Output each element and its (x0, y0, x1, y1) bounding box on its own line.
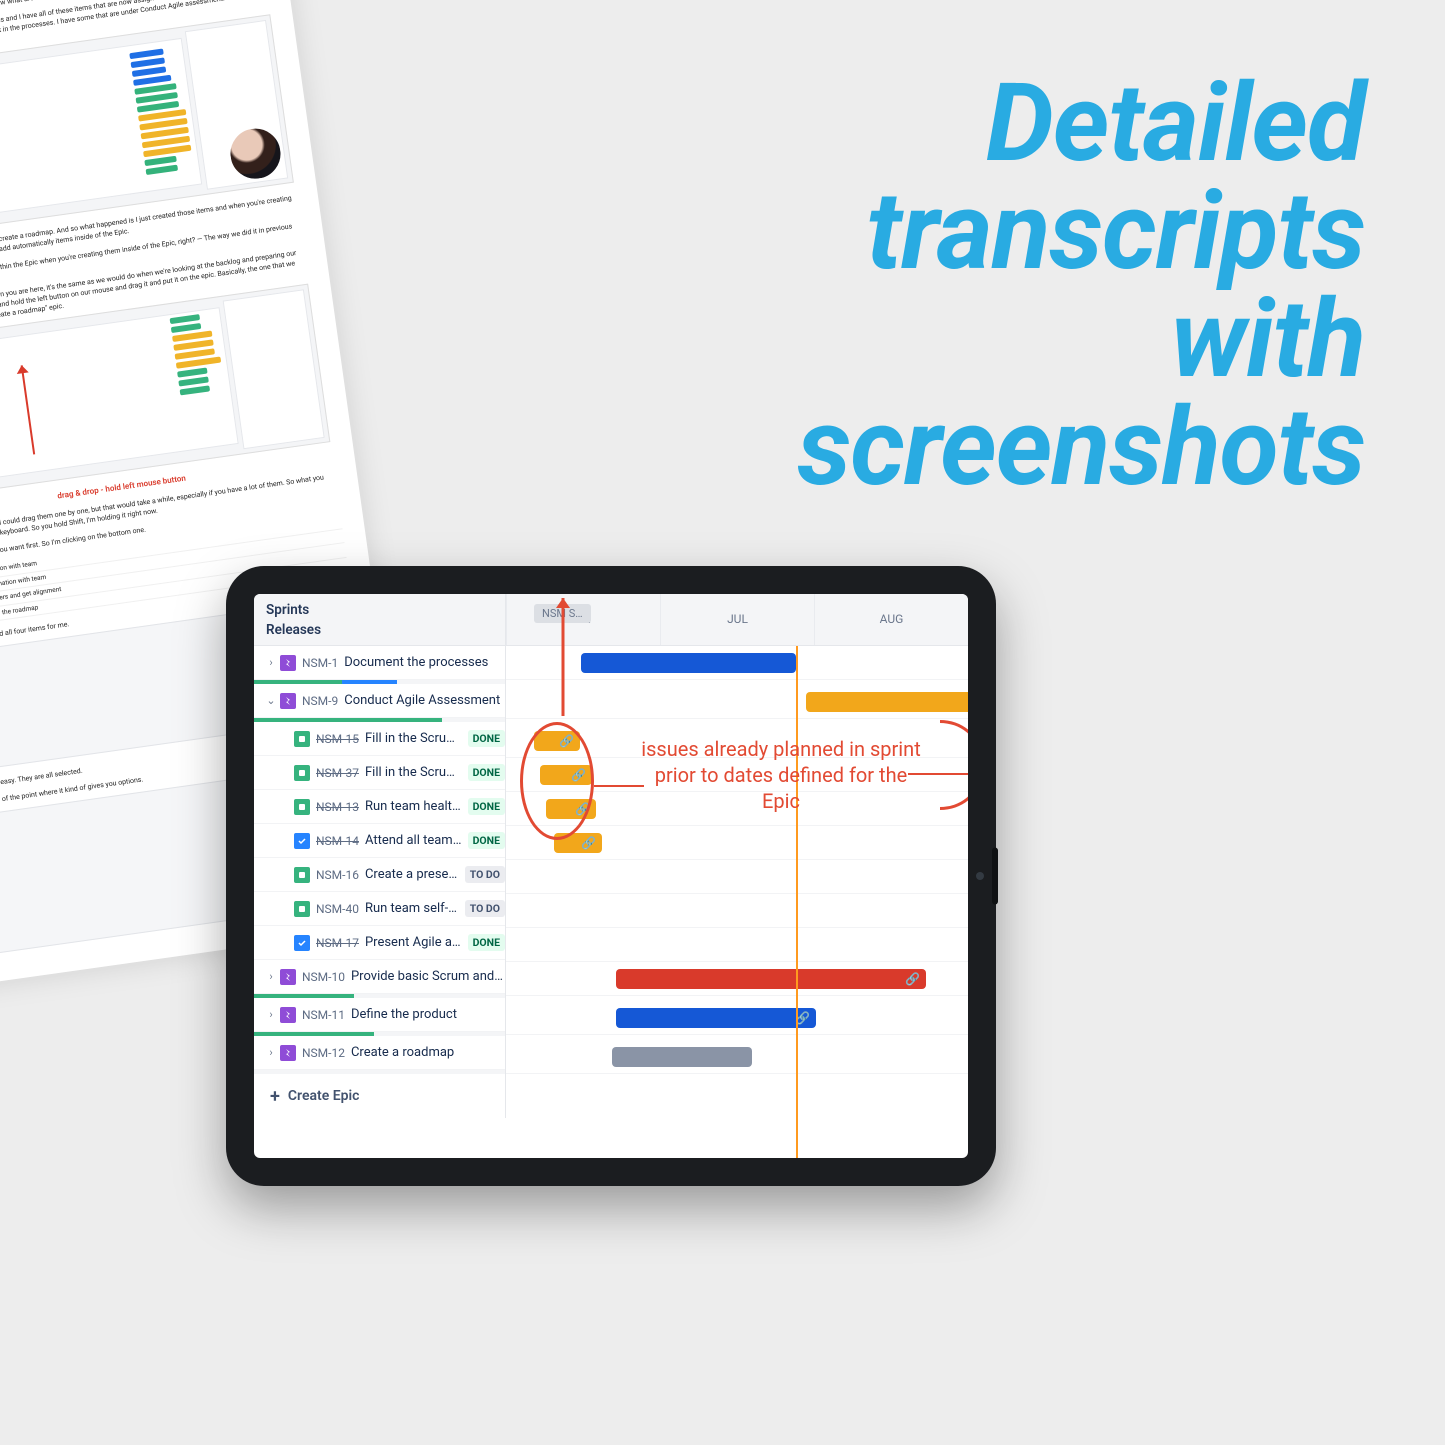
status-badge: DONE (468, 934, 505, 951)
story-icon (294, 799, 310, 815)
gantt-bar[interactable] (806, 692, 968, 712)
status-badge: TO DO (465, 866, 505, 883)
epic-row[interactable]: › NSM-12 Create a roadmap (254, 1036, 505, 1070)
epic-progress (254, 718, 505, 722)
task-row[interactable]: NSM-14 Attend all team Spri… DONE (254, 824, 505, 858)
story-icon (294, 731, 310, 747)
epic-row[interactable]: ⌄ NSM-9 Conduct Agile Assessment (254, 684, 505, 718)
releases-section-label[interactable]: Releases (266, 622, 493, 638)
gantt-bar[interactable] (612, 1047, 752, 1067)
issue-key: NSM-14 (316, 834, 359, 848)
story-icon (294, 901, 310, 917)
issue-title: Run team health sel… (365, 799, 464, 814)
issue-key: NSM-9 (302, 694, 338, 708)
issue-title: Fill in the Scrum che… (365, 765, 464, 780)
issue-title: Create a roadmap (351, 1045, 505, 1060)
gantt-bar[interactable]: 🔗 (616, 969, 926, 989)
jira-roadmap-screen: Sprints Releases NSM S… JN JUL AUG › NSM… (254, 594, 968, 1158)
chevron-right-icon[interactable]: › (264, 656, 278, 669)
issue-title: Present Agile assess… (365, 935, 464, 950)
issue-key: NSM-16 (316, 868, 359, 882)
story-row[interactable]: NSM-15 Fill in the Scrum Ch… DONE (254, 722, 505, 756)
issue-key: NSM-37 (316, 766, 359, 780)
epic-row[interactable]: › NSM-1 Document the processes (254, 646, 505, 680)
story-row[interactable]: NSM-40 Run team self-asses… TO DO (254, 892, 505, 926)
issue-key: NSM-40 (316, 902, 359, 916)
gantt-bar[interactable]: 🔗 (616, 1008, 816, 1028)
epic-icon (280, 1007, 296, 1023)
issue-key: NSM-17 (316, 936, 359, 950)
issue-key: NSM-12 (302, 1046, 345, 1060)
epic-progress (254, 994, 505, 998)
issue-title: Attend all team Spri… (365, 833, 464, 848)
plus-icon: + (270, 1086, 280, 1107)
task-icon (294, 935, 310, 951)
story-icon (294, 765, 310, 781)
story-row[interactable]: NSM-13 Run team health sel… DONE (254, 790, 505, 824)
issue-title: Document the processes (344, 655, 505, 670)
annotation-arrow-icon (553, 598, 573, 732)
issue-title: Conduct Agile Assessment (344, 693, 505, 708)
issue-key: NSM-15 (316, 732, 359, 746)
story-row[interactable]: NSM-16 Create a presentati… TO DO (254, 858, 505, 892)
create-epic-label: Create Epic (288, 1088, 360, 1104)
issue-title: Run team self-asses… (365, 901, 461, 916)
annotation-circle-icon (520, 722, 594, 840)
chevron-right-icon[interactable]: › (264, 1046, 278, 1059)
status-badge: DONE (468, 798, 505, 815)
epic-icon (280, 693, 296, 709)
task-row[interactable]: NSM-17 Present Agile assess… DONE (254, 926, 505, 960)
create-epic-button[interactable]: + Create Epic (254, 1074, 505, 1118)
story-row[interactable]: NSM-37 Fill in the Scrum che… DONE (254, 756, 505, 790)
epic-progress (254, 1032, 505, 1036)
epic-row[interactable]: › NSM-11 Define the product (254, 998, 505, 1032)
issue-key: NSM-11 (302, 1008, 345, 1022)
epic-icon (280, 969, 296, 985)
tablet-device-frame: Sprints Releases NSM S… JN JUL AUG › NSM… (226, 566, 996, 1186)
task-icon (294, 833, 310, 849)
issue-tree: › NSM-1 Document the processes ⌄ NSM-9 C… (254, 646, 506, 1118)
chevron-down-icon[interactable]: ⌄ (264, 694, 278, 707)
issue-key: NSM-10 (302, 970, 345, 984)
epic-progress (254, 680, 505, 684)
promo-headline: Detailed transcripts with screenshots (798, 70, 1366, 502)
status-badge: DONE (468, 832, 505, 849)
timeline-header: Sprints Releases NSM S… JN JUL AUG (254, 594, 968, 646)
epic-icon (280, 655, 296, 671)
status-badge: DONE (468, 730, 505, 747)
tablet-camera-icon (976, 872, 984, 880)
epic-icon (280, 1045, 296, 1061)
issue-title: Define the product (351, 1007, 505, 1022)
epic-progress (254, 1070, 505, 1074)
month-column: JUL (660, 594, 814, 645)
tablet-side-button (992, 848, 998, 905)
link-icon: 🔗 (581, 836, 596, 850)
issue-key: NSM-13 (316, 800, 359, 814)
issue-key: NSM-1 (302, 656, 338, 670)
sprints-section-label[interactable]: Sprints (266, 602, 493, 618)
status-badge: TO DO (465, 900, 505, 917)
issue-title: Create a presentati… (365, 867, 461, 882)
status-badge: DONE (468, 764, 505, 781)
gantt-chart[interactable]: 🔗 🔗 🔗 🔗 🔗 🔗 issues already (506, 646, 968, 1118)
issue-title: Provide basic Scrum and Agile … (351, 969, 505, 984)
issue-title: Fill in the Scrum Ch… (365, 731, 464, 746)
link-icon: 🔗 (905, 972, 920, 986)
month-column: AUG (814, 594, 968, 645)
epic-row[interactable]: › NSM-10 Provide basic Scrum and Agile … (254, 960, 505, 994)
timeline-body: › NSM-1 Document the processes ⌄ NSM-9 C… (254, 646, 968, 1118)
today-marker (796, 646, 798, 1158)
annotation-text: issues already planned in sprint prior t… (636, 736, 926, 814)
chevron-right-icon[interactable]: › (264, 1008, 278, 1021)
chevron-right-icon[interactable]: › (264, 970, 278, 983)
gantt-bar[interactable] (581, 653, 796, 673)
story-icon (294, 867, 310, 883)
